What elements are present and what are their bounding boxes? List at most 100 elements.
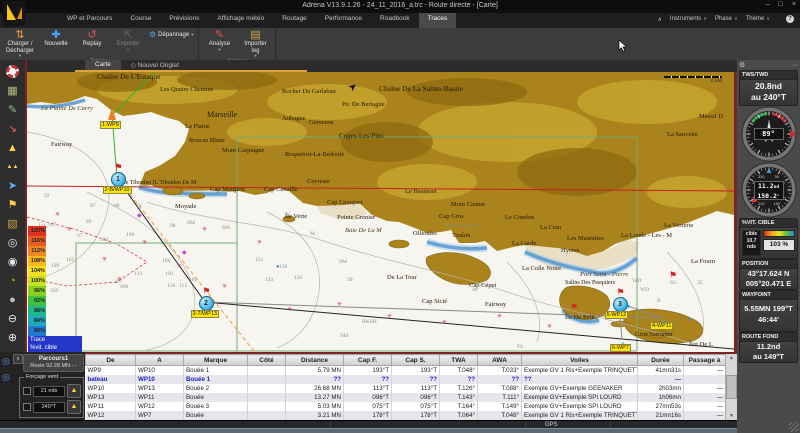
chart-mark-icon[interactable]: ▧ [3, 214, 22, 233]
column-header-cap-s-[interactable]: Cap S. [392, 355, 440, 366]
place-label: Marseille [207, 111, 237, 118]
buoy-marker[interactable]: ▲4-WP11 [658, 313, 668, 331]
pan-icon[interactable]: ● [3, 290, 22, 309]
waypoint-marker[interactable]: ⚑23-7/WP13 [199, 296, 214, 311]
table-cell: Bouée 1 [184, 366, 248, 376]
panel-menu-icon[interactable]: ··· [791, 62, 798, 69]
wind-direction-checkbox[interactable] [23, 403, 31, 411]
route-tools-icon[interactable]: ✎ [3, 100, 22, 119]
column-header-awa[interactable]: AWA [478, 355, 522, 366]
gear-icon[interactable]: ⚙ [739, 61, 745, 69]
column-header-twa[interactable]: TWA [440, 355, 478, 366]
wind-speed-checkbox[interactable] [23, 387, 31, 395]
close-course-panel-button[interactable]: x [13, 354, 23, 364]
compass-buoy-icon[interactable]: ◎ [3, 233, 22, 252]
legs-table[interactable]: DeAMarqueCôtéDistanceCap F.Cap S.TWAAWAV… [85, 354, 726, 420]
ribbon-button-nouvelle[interactable]: ✚Nouvelle [38, 28, 74, 48]
column-header-dur-e[interactable]: Durée [638, 355, 684, 366]
buoy-drop-icon[interactable]: ▲ [3, 138, 22, 157]
waypoint-marker[interactable]: ⚑12-B/WP10 [111, 172, 126, 187]
column-header-c-t-[interactable]: Côté [248, 355, 286, 366]
table-cell: 075°T [392, 402, 440, 411]
table-row[interactable]: WP12WP7Bouée3.21 MN178°T178°TT.064°T.048… [86, 411, 726, 420]
resize-grip[interactable] [789, 422, 799, 432]
ribbon-button-importer[interactable]: ▤Importerlog▾ [237, 28, 273, 58]
compass-buoys-icon[interactable]: ◉ [3, 252, 22, 271]
mini-tool-icon[interactable]: ◎ [2, 356, 10, 367]
trace-legend-box[interactable]: Trace %vit. cible [28, 336, 82, 352]
boat-marker[interactable]: 1-WP9 [108, 107, 116, 120]
adrena-logo-icon [3, 1, 25, 26]
table-row[interactable]: WP11WP12Bouée 35.03 MN075°T075°TT.164°T.… [86, 402, 726, 411]
flag-marker[interactable]: ⚑ [669, 265, 677, 283]
mob-lifebuoy-icon[interactable] [3, 62, 22, 81]
wind-speed-picker-icon[interactable]: ▲ [67, 384, 81, 398]
menu-tab-routage[interactable]: Routage [273, 13, 316, 28]
zoom-in-icon[interactable]: ⊕ [3, 328, 22, 347]
menu-dropdown-instruments[interactable]: Instruments∨ [670, 16, 707, 22]
ribbon-button-analyse[interactable]: ✎Analyse▾ [201, 28, 237, 52]
buoy-arrow-icon[interactable]: ➤ [3, 176, 22, 195]
table-cell: WP11 [136, 393, 184, 402]
table-row[interactable]: WP10WP13Bouée 226.68 MN113°T113°TT.126°T… [86, 384, 726, 393]
scrollbar-thumb[interactable] [726, 375, 737, 399]
column-header-distance[interactable]: Distance [286, 355, 344, 366]
compass-pointer-icon[interactable]: ◔ [3, 271, 22, 290]
depth-sounding: 181 [189, 277, 197, 283]
column-header-de[interactable]: De [86, 355, 136, 366]
column-header-voiles[interactable]: Voiles [522, 355, 638, 366]
menu-tab-performance[interactable]: Performance [316, 13, 371, 28]
zoom-out-icon[interactable]: ⊖ [3, 309, 22, 328]
ribbon-button-charger-[interactable]: ⇅Charger /Décharger▾ [2, 28, 38, 58]
help-icon[interactable]: ? [786, 15, 794, 23]
table-cell: Bouée [184, 393, 248, 402]
buoy-sail-icon[interactable]: ⚑ [3, 195, 22, 214]
table-row[interactable]: WP9WP10Bouée 15.79 MN193°T193°TT.048°T.0… [86, 366, 726, 376]
flag-marker[interactable]: ⚑ [570, 297, 578, 315]
ribbon-button-d-pannage[interactable]: ⚙Dépannage▾ [146, 28, 196, 41]
menu-tab-traces[interactable]: Traces [419, 13, 457, 28]
column-header-cap-f-[interactable]: Cap F. [344, 355, 392, 366]
column-header-marque[interactable]: Marque [184, 355, 248, 366]
menu-tab-course[interactable]: Course [121, 13, 160, 28]
bearing-icon[interactable]: ↘ [3, 119, 22, 138]
scroll-down-icon[interactable]: ▼ [729, 412, 734, 420]
table-scrollbar[interactable]: ▲ ▼ [725, 354, 737, 420]
menu-dropdown-phase[interactable]: Phase∨ [715, 16, 738, 22]
collapse-ribbon-icon[interactable]: ∧ [658, 16, 662, 23]
menu-tab-pr-visions[interactable]: Prévisions [160, 13, 208, 28]
wind-direction-picker-icon[interactable]: ▲ [67, 400, 81, 414]
mouse-cursor [618, 40, 628, 53]
waypoint-marker[interactable]: ⚑35-WP12 [613, 297, 628, 312]
chart-icon[interactable]: ▦ [3, 81, 22, 100]
trace-label: Trace [30, 336, 82, 344]
table-cell: Exemple GV 1 Ris+Exemple TRINQUETTE [522, 411, 638, 420]
legend-band: 88% [28, 306, 46, 316]
ribbon-button-replay[interactable]: ↺Replay [74, 28, 110, 48]
place-label: Mont Carpiagne [222, 147, 264, 154]
buoy-marker[interactable]: ▲6-WP7 [618, 335, 628, 352]
wind-speed-field[interactable]: 21 nds [33, 386, 65, 397]
table-row[interactable]: WP13WP11Bouée13.27 MN096°T096°TT.143°T.1… [86, 393, 726, 402]
chart-area[interactable]: Chaîne De L'EstaqueLes Quatre CheminsRoc… [27, 72, 737, 352]
place-label: Massif D [699, 113, 723, 120]
depth-sounding: 110 [165, 271, 173, 277]
table-cell: T.149° [478, 402, 522, 411]
menu-tab-roadbook[interactable]: Roadbook [371, 13, 419, 28]
buoy-pair-icon[interactable]: ▲▲ [3, 157, 22, 176]
menu-dropdown-thème[interactable]: Thème∨ [746, 16, 770, 22]
table-row[interactable]: bateauWP10Bouée 1????????????— [86, 375, 726, 384]
table-cell: T.111° [478, 393, 522, 402]
minimize-button[interactable]: – [766, 1, 770, 8]
maximize-button[interactable]: □ [779, 1, 783, 8]
mini-tool-icon[interactable]: ◎ [2, 372, 10, 383]
mark-symbol: ◆ [182, 250, 187, 256]
menu-tab-affichage-m-t-o[interactable]: Affichage météo [208, 13, 273, 28]
menu-tab-wp-et-parcours[interactable]: WP et Parcours [58, 13, 121, 28]
column-header-passage-[interactable]: Passage à [684, 355, 726, 366]
close-button[interactable]: × [792, 1, 796, 8]
scroll-up-icon[interactable]: ▲ [729, 354, 734, 362]
wind-direction-field[interactable]: 240°T [33, 402, 65, 413]
column-header-a[interactable]: A [136, 355, 184, 366]
place-label: Ceyreste [307, 178, 330, 185]
